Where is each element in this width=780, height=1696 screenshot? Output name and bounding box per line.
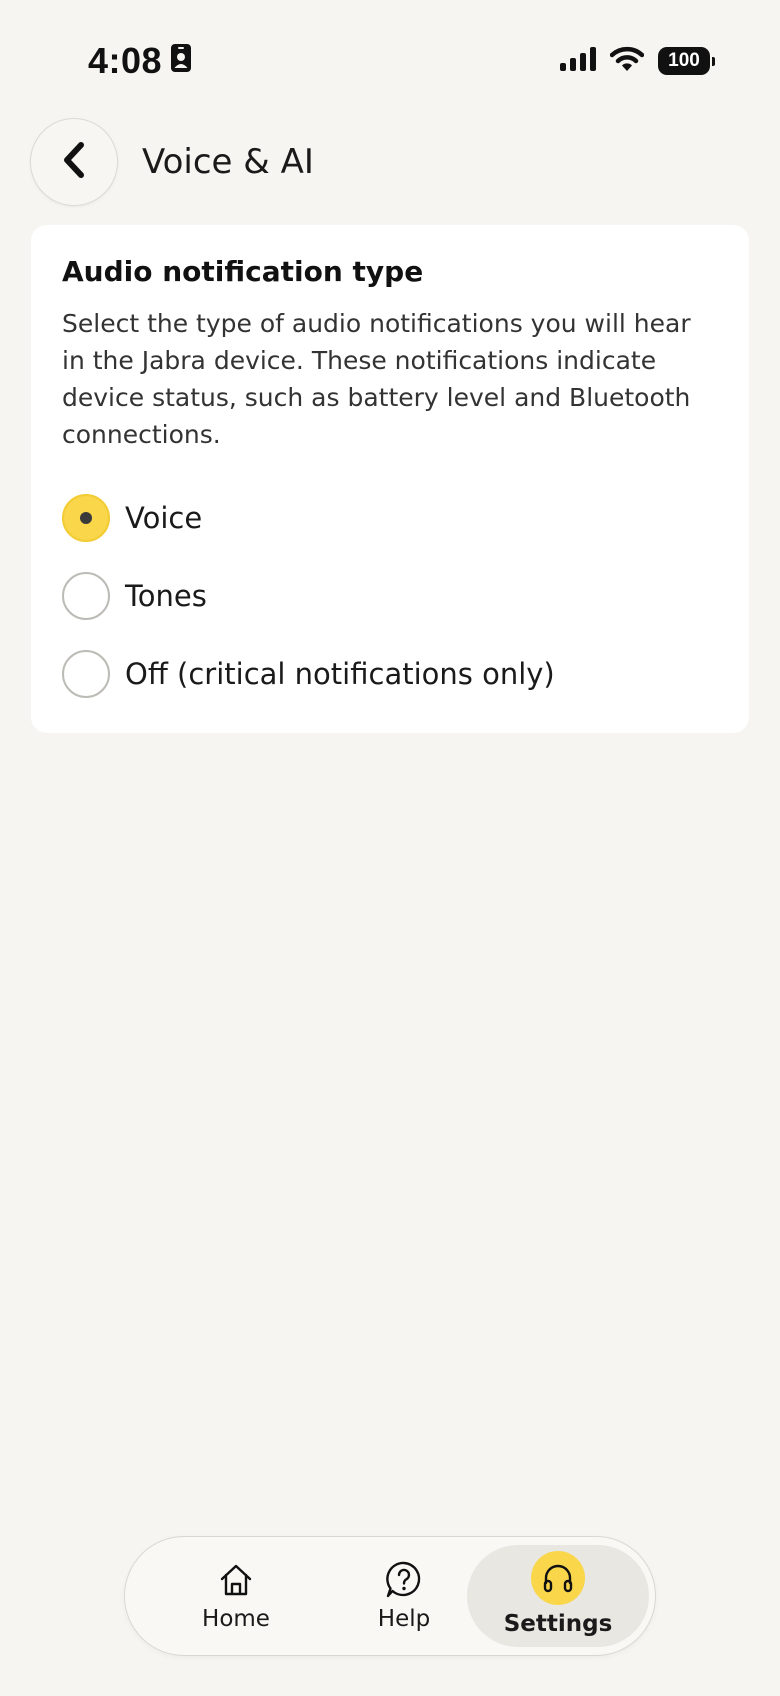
radio-voice[interactable] [62,493,110,542]
nav-help[interactable]: Help [329,1545,479,1647]
option-tones[interactable]: Tones [62,571,718,621]
wifi-icon [609,46,645,76]
card-description: Select the type of audio notifications y… [62,308,691,449]
radio-group: Voice Tones Off (critical notifications … [62,493,718,699]
battery-level: 100 [668,50,700,71]
nav-label: Settings [503,1611,613,1637]
option-label: Voice [125,500,203,535]
header: Voice & AI [30,118,750,206]
page-title: Voice & AI [142,142,314,182]
nav-settings[interactable]: Settings [467,1545,649,1647]
radio-selected-dot [80,511,92,524]
nav-label: Help [377,1606,431,1632]
radio-off[interactable] [62,649,110,698]
back-button[interactable] [30,118,118,206]
nav-home[interactable]: Home [161,1545,311,1647]
nav-label: Home [202,1606,270,1632]
signal-icon [560,47,596,75]
id-card-icon [170,40,192,82]
headphones-icon [531,1551,585,1605]
status-time-group: 4:08 [88,40,192,82]
voice-ai-settings-screen: 4:08 100 Voice & AI Audio notification t… [0,0,780,1696]
option-voice[interactable]: Voice [62,493,718,543]
option-off[interactable]: Off (critical notifications only) [62,649,718,699]
bottom-nav: Home Help Settings [124,1536,656,1656]
chevron-left-icon [59,140,89,184]
home-icon [216,1560,256,1600]
status-bar: 4:08 100 [0,0,780,120]
card-title: Audio notification type [62,255,424,288]
status-icons: 100 [560,46,715,76]
help-icon [384,1560,424,1600]
radio-tones[interactable] [62,571,110,620]
option-label: Tones [125,578,207,613]
status-time: 4:08 [88,40,163,81]
option-label: Off (critical notifications only) [125,656,555,691]
audio-notification-card: Audio notification type Select the type … [31,225,749,733]
battery-icon: 100 [658,47,715,75]
